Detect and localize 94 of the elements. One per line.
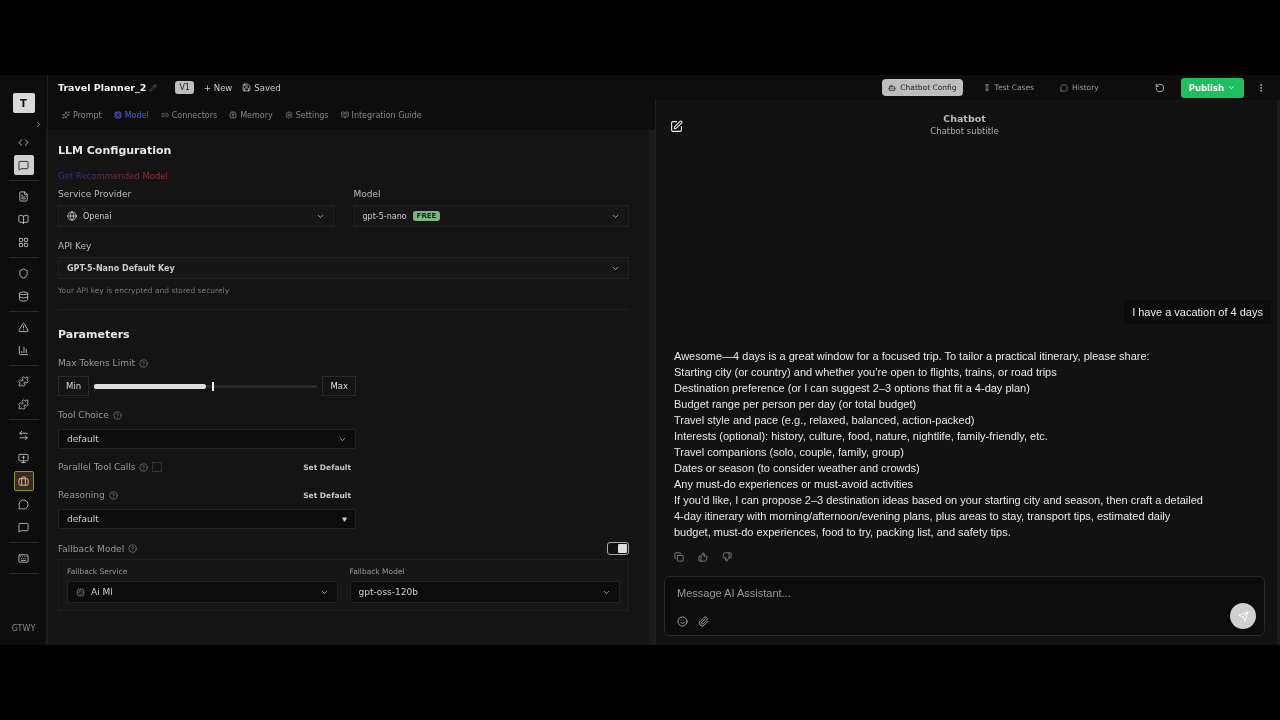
caret-icon xyxy=(342,516,347,522)
slider-track[interactable] xyxy=(94,384,318,388)
fallback-toggle[interactable] xyxy=(607,542,629,555)
help-icon xyxy=(139,462,149,472)
warning-icon xyxy=(18,321,29,333)
tab[interactable]: Settings xyxy=(284,110,329,120)
assistant-text: Any must-do experiences or must-avoid activities xyxy=(674,477,915,492)
emoji-icon[interactable] xyxy=(677,616,688,627)
help-icon xyxy=(128,544,138,553)
assistant-text: Starting city (or country) and whether you’re open to flights, trains, or road trips xyxy=(674,365,1058,380)
workspace-avatar[interactable]: T xyxy=(12,93,35,113)
link-icon xyxy=(160,111,169,119)
chip-icon xyxy=(76,587,85,597)
help-icon xyxy=(112,410,122,420)
thumbs-up-icon[interactable] xyxy=(698,552,708,562)
help-icon xyxy=(108,490,118,500)
puzzle-icon xyxy=(18,375,29,387)
document-icon xyxy=(18,190,29,202)
new-chat-icon[interactable] xyxy=(670,120,683,133)
slider-thumb[interactable] xyxy=(211,381,214,391)
globe-icon xyxy=(67,211,77,221)
chevron-right-icon[interactable] xyxy=(34,120,43,129)
chat-icon xyxy=(18,159,29,171)
assistant-text: If you’d like, I can propose 2–3 destination ideas based on your starting city and season, then craft a detailed 4-day itinerary with morning/afternoon/evening plans, plus areas to stay, transport tips, estimated daily budget, must-do experiences, food to try, packing list, and safety tips. xyxy=(674,493,1204,540)
monitor-icon xyxy=(18,452,29,464)
assistant-text: Travel style and pace (e.g., relaxed, balanced, action-packed) xyxy=(674,413,976,428)
sparkle-icon xyxy=(62,111,70,119)
api-key-select[interactable]: GPT-5-Nano Default Key xyxy=(58,257,629,279)
assistant-text: Awesome—4 days is a great window for a focused trip. To tailor a practical itinerary, please share: xyxy=(674,349,1151,364)
brand-label: GTWY xyxy=(11,624,36,633)
chat-title: Chatbot xyxy=(943,113,986,124)
assistant-text: Dates or season (to consider weather and crowds) xyxy=(674,461,921,476)
tab[interactable]: Model xyxy=(113,110,149,120)
puzzle-icon xyxy=(18,398,29,410)
brain-icon xyxy=(229,111,238,119)
layout-icon xyxy=(18,236,29,248)
sidebar-item[interactable] xyxy=(13,471,34,491)
help-icon xyxy=(138,358,148,368)
field-label: Reasoning xyxy=(58,490,105,500)
section-heading: LLM Configuration xyxy=(58,144,173,157)
version-badge[interactable]: V1 xyxy=(175,81,194,94)
field-label: Model xyxy=(353,189,382,199)
database-icon xyxy=(18,290,29,302)
copy-icon[interactable] xyxy=(674,552,684,562)
max-button[interactable]: Max xyxy=(322,376,356,396)
message-field[interactable]: Message AI Assistant... xyxy=(677,587,1252,599)
history-icon[interactable] xyxy=(1154,82,1165,93)
shield-icon xyxy=(18,267,29,279)
field-label: Parallel Tool Calls xyxy=(58,462,136,472)
checkbox[interactable] xyxy=(152,462,163,472)
reasoning-select[interactable]: default xyxy=(58,509,356,529)
chip-icon xyxy=(113,111,122,119)
tool-choice-select[interactable]: default xyxy=(58,429,356,449)
assistant-text: Interests (optional): history, culture, food, nature, nightlife, family-friendly, etc. xyxy=(674,429,1049,444)
fallback-service-select[interactable]: Ai Ml xyxy=(67,581,338,603)
message-input[interactable]: Message AI Assistant... xyxy=(664,576,1265,636)
bar-chart-icon xyxy=(18,344,29,356)
field-label: Tool Choice xyxy=(58,410,109,420)
new-button[interactable]: + New xyxy=(203,82,233,93)
keyboard-icon xyxy=(18,552,29,564)
field-label: API Key xyxy=(58,241,93,251)
project-title: Travel Planner_2 xyxy=(58,82,147,93)
provider-select[interactable]: Openai xyxy=(58,205,334,227)
briefcase-icon xyxy=(18,475,29,487)
save-icon xyxy=(242,83,252,92)
chat-bubble-icon xyxy=(1060,83,1068,92)
user-message: I have a vacation of 4 days xyxy=(1124,300,1271,324)
send-button[interactable] xyxy=(1230,603,1256,629)
robot-icon xyxy=(888,83,897,92)
saved-status: Saved xyxy=(254,82,281,93)
code-icon xyxy=(18,136,29,148)
min-button[interactable]: Min xyxy=(58,376,90,396)
sidebar-item[interactable] xyxy=(13,155,34,175)
tab[interactable]: Connectors xyxy=(160,110,218,120)
book-icon xyxy=(340,111,349,119)
fallback-model-select[interactable]: gpt-oss-120b xyxy=(349,581,620,603)
tab[interactable]: Integration Guide xyxy=(340,110,422,120)
tab[interactable]: Memory xyxy=(229,110,273,120)
tab[interactable]: Prompt xyxy=(62,110,102,120)
settings-icon xyxy=(284,111,293,119)
chevron-down-icon xyxy=(1227,83,1236,92)
assistant-text: Budget range per person per day (or total budget) xyxy=(674,397,918,412)
book-icon xyxy=(18,213,29,225)
assistant-text: Travel companions (solo, couple, family, group) xyxy=(674,445,905,460)
attach-icon[interactable] xyxy=(698,616,709,627)
section-heading: Parameters xyxy=(58,328,131,341)
chat-subtitle: Chatbot subtitle xyxy=(930,126,999,136)
test-tube-icon xyxy=(982,83,991,92)
send-icon xyxy=(1237,610,1249,622)
thumbs-down-icon[interactable] xyxy=(722,552,732,562)
field-label: Service Provider xyxy=(58,189,133,199)
field-label: Max Tokens Limit xyxy=(58,358,135,368)
field-label: Fallback Model xyxy=(58,543,125,554)
assistant-text: Destination preference (or I can suggest 2–3 options that fit a 4-day plan) xyxy=(674,381,1031,396)
